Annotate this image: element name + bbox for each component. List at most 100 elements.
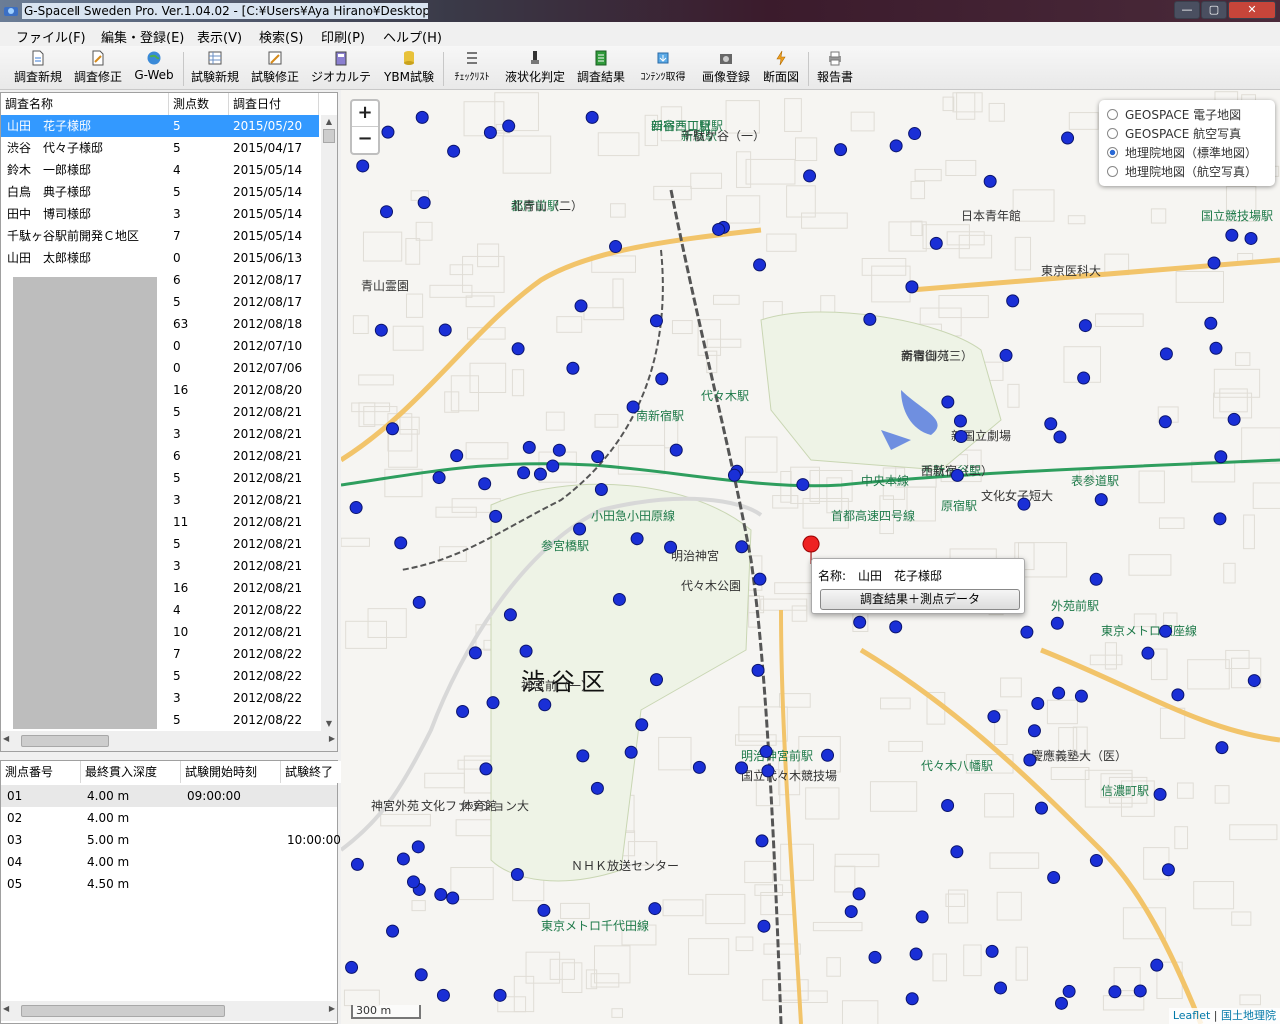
survey-point-marker[interactable] <box>386 924 400 938</box>
survey-point-marker[interactable] <box>350 857 364 871</box>
survey-point-marker[interactable] <box>415 110 429 124</box>
survey-point-marker[interactable] <box>1031 696 1045 710</box>
survey-point-marker[interactable] <box>356 159 370 173</box>
survey-point-marker[interactable] <box>1108 985 1122 999</box>
survey-point-marker[interactable] <box>1213 512 1227 526</box>
survey-point-marker[interactable] <box>447 144 461 158</box>
scroll-right-arrow-icon[interactable]: ▶ <box>329 1004 335 1013</box>
survey-point-marker[interactable] <box>590 781 604 795</box>
leaflet-link[interactable]: Leaflet <box>1173 1009 1210 1022</box>
survey-point-marker[interactable] <box>889 139 903 153</box>
survey-point-marker[interactable] <box>751 663 765 677</box>
point-list-horizontal-scrollbar[interactable]: ◀ ▶ <box>1 1001 337 1021</box>
survey-point-marker[interactable] <box>438 323 452 337</box>
table-row[interactable]: 02 4.00 m <box>1 807 337 829</box>
content-fetch-button[interactable]: ｺﾝﾃﾝﾂ取得 <box>634 50 692 88</box>
survey-point-marker[interactable] <box>519 644 533 658</box>
survey-point-marker[interactable] <box>493 988 507 1002</box>
table-row[interactable]: 田中 博司様邸 3 2015/05/14 <box>1 203 319 225</box>
column-header-point-count[interactable]: 測点数 <box>169 93 229 115</box>
layer-option-gsi-aerial[interactable]: 地理院地図（航空写真） <box>1107 163 1267 182</box>
column-header-survey-date[interactable]: 調査日付 <box>229 93 319 115</box>
survey-point-marker[interactable] <box>1023 753 1037 767</box>
survey-point-marker[interactable] <box>1050 616 1064 630</box>
radio-icon[interactable] <box>1107 109 1118 120</box>
survey-point-marker[interactable] <box>1035 801 1049 815</box>
survey-point-marker[interactable] <box>1225 228 1239 242</box>
survey-point-marker[interactable] <box>1089 854 1103 868</box>
scroll-thumb[interactable] <box>21 1005 225 1017</box>
survey-point-marker[interactable] <box>649 314 663 328</box>
survey-point-marker[interactable] <box>941 798 955 812</box>
survey-point-marker[interactable] <box>1207 256 1221 270</box>
scroll-down-arrow-icon[interactable]: ▼ <box>321 717 337 731</box>
menu-edit[interactable]: 編集・登録(E) <box>101 27 184 46</box>
survey-point-marker[interactable] <box>994 981 1008 995</box>
survey-point-marker[interactable] <box>414 968 428 982</box>
layer-option-geospace-map[interactable]: GEOSPACE 電子地図 <box>1107 106 1267 125</box>
survey-point-marker[interactable] <box>483 126 497 140</box>
gsi-link[interactable]: 国土地理院 <box>1221 1009 1276 1022</box>
survey-point-marker[interactable] <box>1054 996 1068 1010</box>
survey-point-marker[interactable] <box>735 540 749 554</box>
column-header-end-time[interactable]: 試験終了 <box>281 761 341 783</box>
survey-point-marker[interactable] <box>950 845 964 859</box>
scroll-left-arrow-icon[interactable]: ◀ <box>3 1004 9 1013</box>
survey-point-marker[interactable] <box>552 443 566 457</box>
survey-point-marker[interactable] <box>468 646 482 660</box>
survey-point-marker[interactable] <box>394 536 408 550</box>
survey-point-marker[interactable] <box>533 467 547 481</box>
survey-point-marker[interactable] <box>753 572 767 586</box>
survey-point-marker[interactable] <box>803 169 817 183</box>
survey-point-marker[interactable] <box>648 902 662 916</box>
survey-point-marker[interactable] <box>385 422 399 436</box>
survey-point-marker[interactable] <box>821 748 835 762</box>
edit-survey-button[interactable]: 調査修正 <box>73 50 123 88</box>
survey-point-marker[interactable] <box>759 745 773 759</box>
menu-print[interactable]: 印刷(P) <box>321 27 365 46</box>
survey-point-marker[interactable] <box>510 867 524 881</box>
survey-point-marker[interactable] <box>909 947 923 961</box>
survey-point-marker[interactable] <box>1150 958 1164 972</box>
survey-point-marker[interactable] <box>1133 984 1147 998</box>
survey-point-marker[interactable] <box>852 887 866 901</box>
radio-icon[interactable] <box>1107 128 1118 139</box>
survey-point-marker[interactable] <box>692 760 706 774</box>
survey-point-marker[interactable] <box>436 988 450 1002</box>
checklist-button[interactable]: ﾁｪｯｸﾘｽﾄ <box>448 50 496 88</box>
survey-point-marker[interactable] <box>538 698 552 712</box>
survey-point-marker[interactable] <box>905 280 919 294</box>
survey-point-marker[interactable] <box>915 910 929 924</box>
survey-point-marker[interactable] <box>1044 417 1058 431</box>
survey-point-marker[interactable] <box>624 745 638 759</box>
survey-point-marker[interactable] <box>432 471 446 485</box>
survey-point-marker[interactable] <box>349 501 363 515</box>
survey-point-marker[interactable] <box>609 240 623 254</box>
survey-point-marker[interactable] <box>537 903 551 917</box>
survey-point-marker[interactable] <box>1089 572 1103 586</box>
survey-point-marker[interactable] <box>1020 625 1034 639</box>
survey-point-marker[interactable] <box>456 704 470 718</box>
survey-point-marker[interactable] <box>478 477 492 491</box>
survey-point-marker[interactable] <box>844 905 858 919</box>
survey-point-marker[interactable] <box>1052 686 1066 700</box>
survey-point-marker[interactable] <box>1078 319 1092 333</box>
survey-point-marker[interactable] <box>727 468 741 482</box>
survey-point-marker[interactable] <box>345 960 359 974</box>
survey-point-marker[interactable] <box>761 764 775 778</box>
survey-point-marker[interactable] <box>999 348 1013 362</box>
survey-point-marker[interactable] <box>753 258 767 272</box>
survey-point-marker[interactable] <box>594 482 608 496</box>
g-web-button[interactable]: G-Web <box>133 50 175 88</box>
report-button[interactable]: 報告書 <box>814 50 856 88</box>
survey-point-marker[interactable] <box>479 762 493 776</box>
survey-point-marker[interactable] <box>1158 415 1172 429</box>
survey-point-marker[interactable] <box>503 608 517 622</box>
edit-test-button[interactable]: 試験修正 <box>250 50 300 88</box>
survey-point-marker[interactable] <box>612 592 626 606</box>
survey-point-marker[interactable] <box>755 834 769 848</box>
section-button[interactable]: 断面図 <box>760 50 802 88</box>
survey-point-marker[interactable] <box>546 459 560 473</box>
close-button[interactable]: ✕ <box>1228 1 1276 19</box>
survey-point-marker[interactable] <box>649 673 663 687</box>
